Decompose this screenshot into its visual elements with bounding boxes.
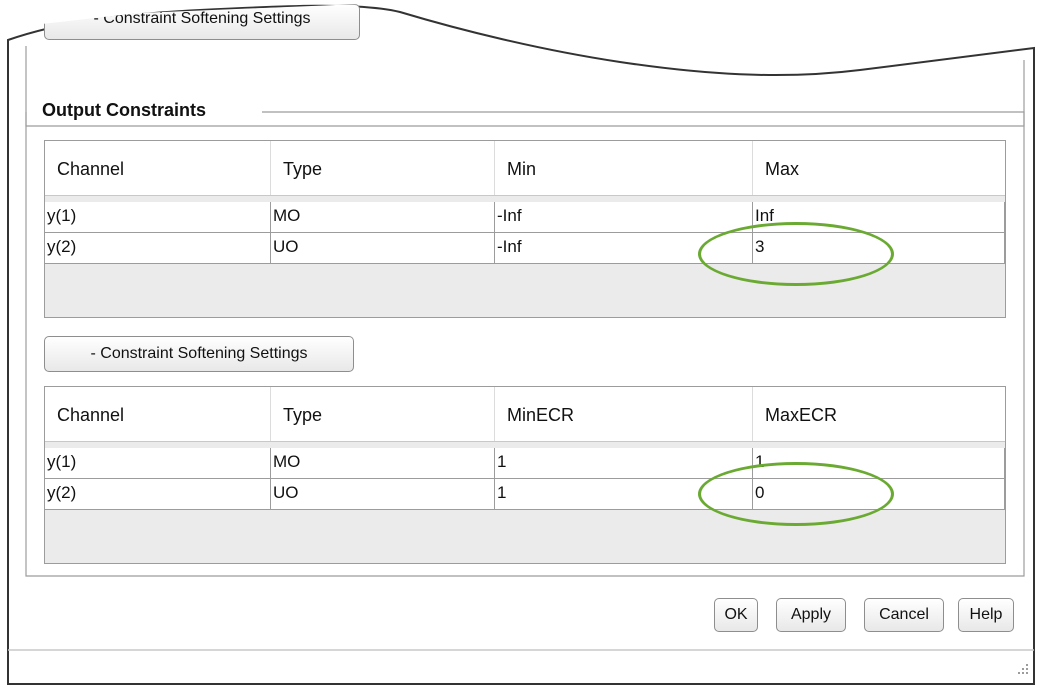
column-header-channel[interactable]: Channel bbox=[45, 141, 271, 195]
cell-min[interactable]: -Inf bbox=[495, 202, 753, 233]
column-header-minecr[interactable]: MinECR bbox=[495, 387, 753, 441]
help-button-label: Help bbox=[969, 606, 1003, 623]
cell-type[interactable]: UO bbox=[271, 233, 495, 264]
output-constraints-title: Output Constraints bbox=[38, 100, 210, 121]
table-header: Channel Type MinECR MaxECR bbox=[45, 387, 1005, 442]
column-header-maxecr[interactable]: MaxECR bbox=[753, 387, 1005, 441]
constraint-softening-button-label: - Constraint Softening Settings bbox=[90, 345, 308, 362]
cell-type[interactable]: MO bbox=[271, 448, 495, 479]
cell-channel[interactable]: y(2) bbox=[45, 233, 271, 264]
highlight-ellipse-max bbox=[698, 222, 894, 286]
column-header-channel[interactable]: Channel bbox=[45, 387, 271, 441]
column-header-min[interactable]: Min bbox=[495, 141, 753, 195]
cell-channel[interactable]: y(1) bbox=[45, 448, 271, 479]
column-header-max[interactable]: Max bbox=[753, 141, 1005, 195]
cell-type[interactable]: MO bbox=[271, 202, 495, 233]
cancel-button-label: Cancel bbox=[879, 606, 929, 623]
help-button[interactable]: Help bbox=[958, 598, 1014, 632]
cell-type[interactable]: UO bbox=[271, 479, 495, 510]
column-header-type[interactable]: Type bbox=[271, 387, 495, 441]
highlight-ellipse-maxecr bbox=[698, 462, 894, 526]
cell-channel[interactable]: y(1) bbox=[45, 202, 271, 233]
dialog-window: - Constraint Softening Settings Output C… bbox=[0, 0, 1046, 692]
output-constraints-table: Channel Type Min Max y(1) MO -Inf Inf y(… bbox=[44, 140, 1006, 318]
cell-channel[interactable]: y(2) bbox=[45, 479, 271, 510]
apply-button-label: Apply bbox=[790, 606, 832, 623]
constraint-softening-button[interactable]: - Constraint Softening Settings bbox=[44, 336, 354, 372]
apply-button[interactable]: Apply bbox=[776, 598, 846, 632]
column-header-type[interactable]: Type bbox=[271, 141, 495, 195]
table-header: Channel Type Min Max bbox=[45, 141, 1005, 196]
cancel-button[interactable]: Cancel bbox=[864, 598, 944, 632]
table-row: y(1) MO -Inf Inf bbox=[45, 202, 1005, 233]
cell-minecr[interactable]: 1 bbox=[495, 448, 753, 479]
ok-button[interactable]: OK bbox=[714, 598, 758, 632]
ok-button-label: OK bbox=[724, 606, 748, 623]
